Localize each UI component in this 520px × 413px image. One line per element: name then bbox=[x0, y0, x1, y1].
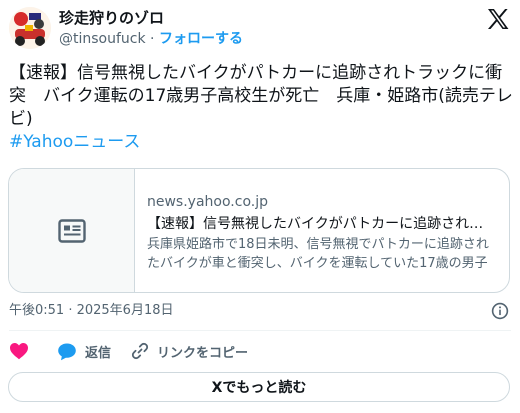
handle-line: @tinsoufuck · フォローする bbox=[59, 29, 243, 49]
card-domain: news.yahoo.co.jp bbox=[147, 194, 268, 210]
separator: · bbox=[150, 31, 155, 47]
info-icon[interactable] bbox=[491, 302, 509, 320]
card-body: news.yahoo.co.jp 【速報】信号無視したバイクがパトカーに追跡され… bbox=[147, 193, 495, 273]
x-logo-icon[interactable] bbox=[487, 9, 509, 29]
heart-icon bbox=[10, 343, 28, 360]
card-title[interactable]: 【速報】信号無視したバイクがパトカーに追跡されトラックに衝突 バイク運転の17歳… bbox=[147, 214, 495, 234]
card-thumbnail[interactable] bbox=[9, 169, 135, 292]
reply-icon bbox=[58, 343, 76, 360]
follow-button[interactable]: フォローする bbox=[159, 31, 243, 47]
handle[interactable]: @tinsoufuck bbox=[59, 31, 146, 47]
article-icon bbox=[57, 218, 86, 243]
like-button[interactable] bbox=[9, 342, 37, 360]
read-more-button[interactable]: Xでもっと読む bbox=[8, 372, 510, 402]
card-description: 兵庫県姫路市で18日未明、信号無視でパトカーに追跡されたバイクが車と衝突し、バイ… bbox=[147, 237, 489, 271]
tweet-header: 珍走狩りのゾロ @tinsoufuck · フォローする bbox=[9, 7, 511, 51]
tweet-body: 【速報】信号無視したバイクがパトカーに追跡されトラックに衝突 バイク運転の17歳… bbox=[9, 63, 513, 129]
reply-button[interactable]: 返信 bbox=[57, 342, 111, 361]
copy-link-button[interactable]: リンクをコピー bbox=[131, 342, 248, 361]
hashtag-link[interactable]: #Yahooニュース bbox=[9, 132, 140, 152]
reply-label: 返信 bbox=[85, 345, 112, 361]
action-bar: 返信 リンクをコピー bbox=[9, 340, 268, 362]
copy-link-label: リンクをコピー bbox=[157, 345, 249, 361]
avatar[interactable] bbox=[9, 7, 51, 49]
link-icon bbox=[131, 342, 149, 360]
timestamp[interactable]: 午後0:51 · 2025年6月18日 bbox=[9, 302, 174, 320]
link-card[interactable]: news.yahoo.co.jp 【速報】信号無視したバイクがパトカーに追跡され… bbox=[8, 168, 510, 293]
display-name[interactable]: 珍走狩りのゾロ bbox=[59, 8, 243, 28]
divider bbox=[9, 330, 511, 331]
tweet-text: 【速報】信号無視したバイクがパトカーに追跡されトラックに衝突 バイク運転の17歳… bbox=[9, 62, 514, 154]
